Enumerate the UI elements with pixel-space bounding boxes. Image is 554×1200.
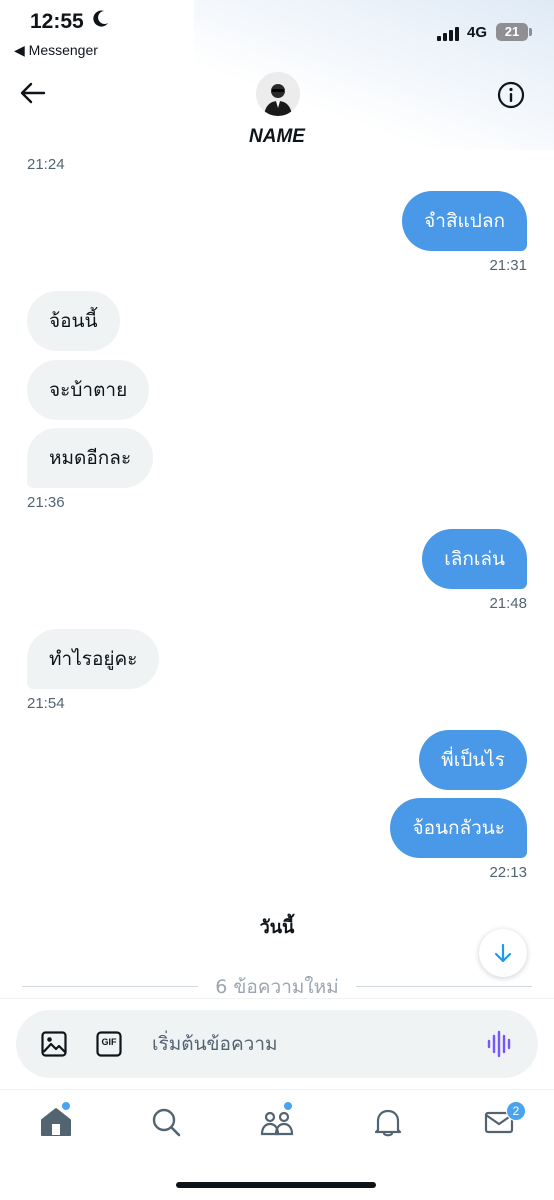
arrow-down-icon [494,943,512,963]
messages-badge: 2 [506,1101,526,1121]
communities-notification-dot [283,1101,293,1111]
received-message-bubble[interactable]: หมดอีกละ [27,428,154,488]
scroll-to-bottom-button[interactable] [479,929,527,977]
message-timestamp: 22:13 [489,864,527,881]
back-arrow-icon[interactable] [18,78,48,108]
network-type: 4G [467,24,488,41]
home-notification-dot [61,1101,71,1111]
battery-tip [529,28,532,36]
home-indicator[interactable] [176,1182,376,1188]
message-timestamp: 21:36 [27,494,65,511]
search-icon [152,1108,181,1137]
tab-bar-divider [0,1089,554,1090]
message-timestamp: 21:48 [489,595,527,612]
notifications-icon [374,1109,402,1137]
message-input[interactable] [152,1025,452,1063]
message-timestamp: 21:24 [27,156,65,173]
tab-search[interactable] [146,1102,186,1142]
moon-icon [92,9,110,34]
contact-name[interactable]: NAME [0,126,554,148]
status-time: 12:55 [30,10,84,33]
day-separator: วันนี้ [259,917,295,938]
message-timestamp: 21:54 [27,695,65,712]
battery-indicator: 21 [496,23,528,41]
signal-icon [437,26,461,41]
message-timestamp: 21:31 [489,257,527,274]
sent-message-bubble[interactable]: จำสิแปลก [402,191,527,251]
avatar[interactable] [256,72,300,116]
voice-message-icon[interactable] [486,1030,514,1058]
sent-message-bubble[interactable]: พี่เป็นไร [419,730,527,790]
received-message-bubble[interactable]: จ้อนนี้ [27,291,120,351]
sent-message-bubble[interactable]: จ้อนกลัวนะ [390,798,527,858]
gif-icon[interactable]: GIF [96,1031,122,1057]
sent-message-bubble[interactable]: เลิกเล่น [422,529,527,589]
gif-label: GIF [101,1037,117,1047]
back-to-app-link[interactable]: ◀ Messenger [14,42,98,59]
received-message-bubble[interactable]: จะบ้าตาย [27,360,150,420]
tab-notifications[interactable] [368,1102,408,1142]
info-icon[interactable] [496,80,526,110]
received-message-bubble[interactable]: ทำไรอยู่คะ [27,629,160,689]
composer-divider [0,998,554,999]
image-icon[interactable] [40,1030,68,1058]
